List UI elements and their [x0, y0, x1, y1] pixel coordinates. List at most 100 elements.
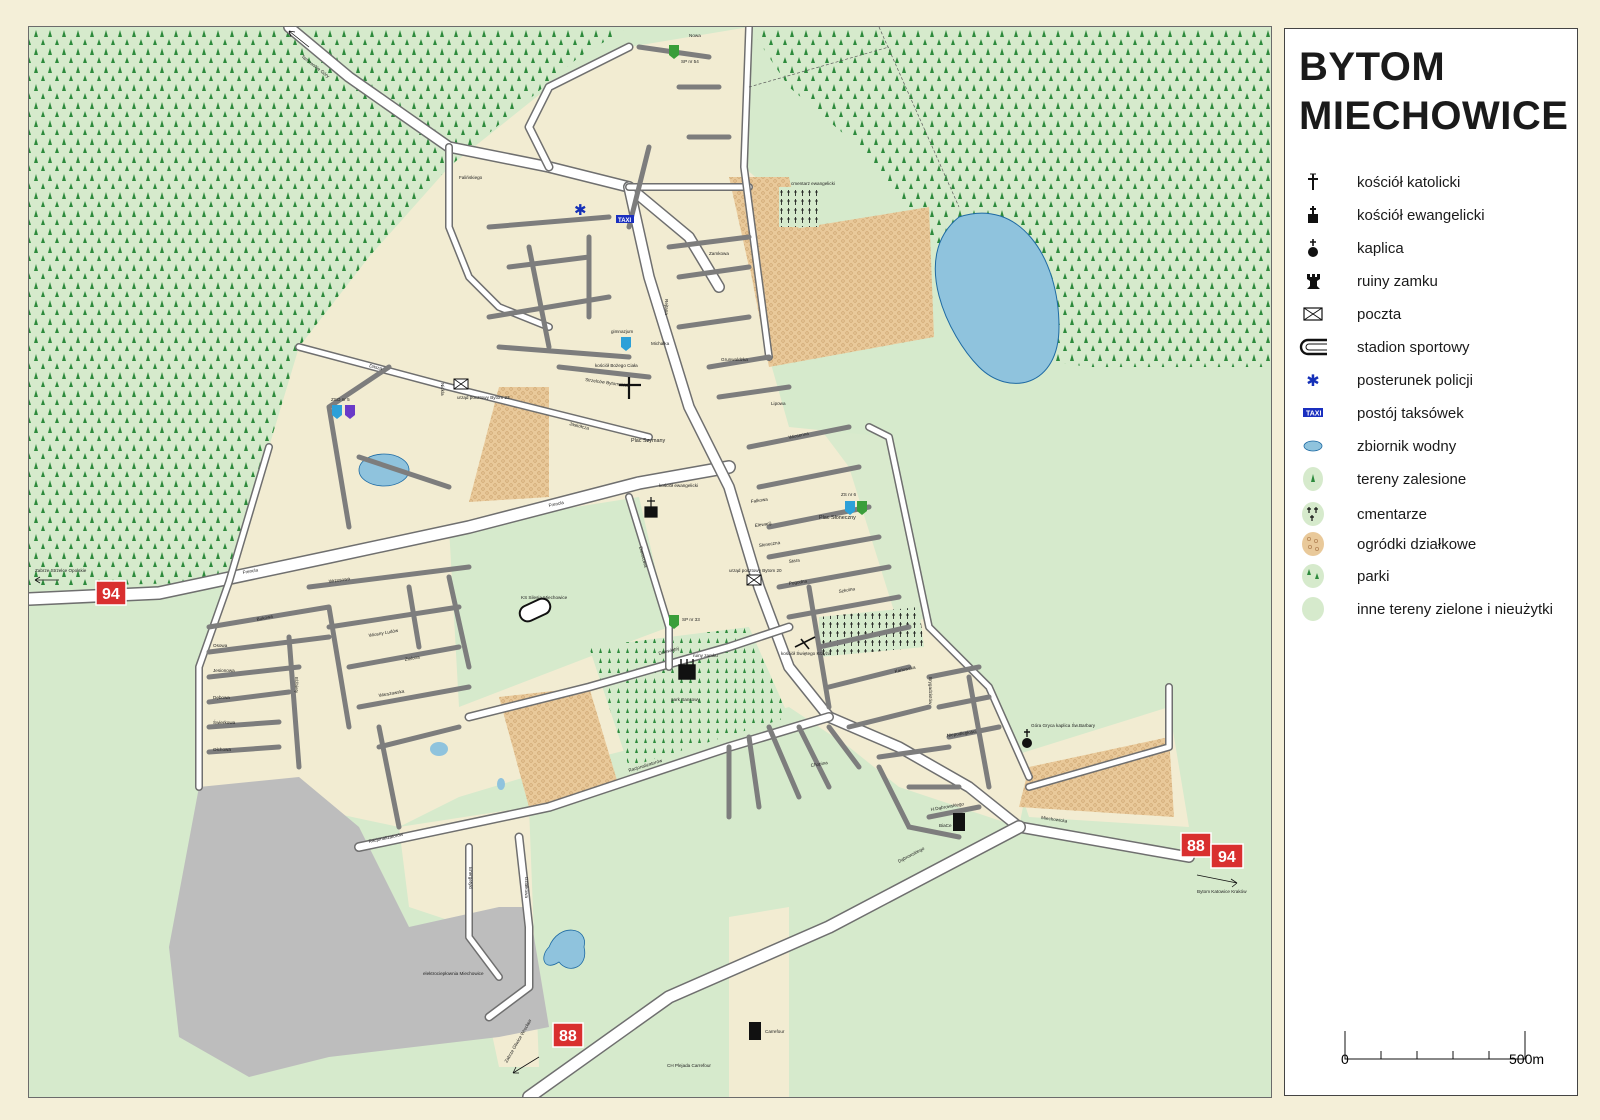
label-kosciol-bozego: kościół Bożego Ciała [595, 363, 638, 368]
label-zs6: ZS nr 6 [841, 492, 857, 497]
svg-text:94: 94 [102, 586, 120, 603]
street-label: Osowa [213, 643, 228, 648]
street-label: Działkowa [524, 877, 529, 898]
cemetery-north [779, 187, 819, 227]
label-ch-plejada: CH Plejada Carrefour [667, 1063, 711, 1068]
label-sp33: SP nr 33 [682, 617, 700, 622]
street-label: Grunwaldzka [721, 357, 748, 362]
label-urzad-1: urząd pocztowy Bytom 23 [457, 395, 510, 400]
chapel-icon [1299, 235, 1327, 261]
label-gimnazjum: gimnazjum [611, 329, 633, 334]
legend-item-post-office: poczta [1299, 301, 1401, 327]
street-label: Jesionowa [213, 668, 235, 673]
label-cmentarz-ewang: cmentarz ewangelicki [791, 181, 835, 186]
label-kosciol-krzyza: kościół Świętego Krzyża [781, 649, 831, 656]
scale-start-label: 0 [1341, 1051, 1349, 1067]
legend-item-forest: tereny zalesione [1299, 466, 1466, 492]
scale-end-label: 500m [1509, 1051, 1545, 1067]
street-label: Michalka [651, 341, 670, 346]
green-area-icon [1299, 596, 1327, 622]
legend-item-police: ✱ posterunek policji [1299, 367, 1473, 393]
label-ruin: ruiny zamku [693, 653, 718, 658]
map-title-line1: BYTOM [1299, 45, 1446, 89]
route-shield-94-east: 94 [1210, 843, 1244, 869]
pond-small-1 [430, 742, 448, 756]
street-label: Elżbiety [294, 677, 299, 694]
street-label: Lipowa [771, 401, 786, 406]
label-zso: ZSO nr 5 [331, 397, 350, 402]
svg-text:94: 94 [1218, 849, 1236, 866]
shop-icon [749, 1022, 761, 1040]
scale-bar [1344, 1031, 1526, 1060]
cemetery-icon [1299, 501, 1327, 527]
park-icon [1299, 563, 1327, 589]
route-shield-88-east: 88 [1180, 832, 1212, 858]
legend-item-stadium: stadion sportowy [1299, 334, 1470, 360]
legend-item-parks: parki [1299, 563, 1390, 589]
legend-item-water: zbiornik wodny [1299, 433, 1456, 459]
legend-item-evangelical-church: kościół ewangelicki [1299, 202, 1485, 228]
label-ks-silesia: KS Silesia Miechowice [521, 595, 568, 600]
label-urzad-2: urząd pocztowy Bytom 20 [729, 568, 782, 573]
label-dir-se: Bytom Katowice Kraków [1197, 889, 1247, 894]
svg-text:TAXI: TAXI [1306, 411, 1321, 418]
label-gora-gryca: Góra Gryca kaplica Św.Barbary [1031, 721, 1096, 728]
map-frame: ✱ TAXI 94 88 94 88 Plac Szymany Plac Sło… [28, 26, 1272, 1098]
label-biedronka: BiaCe [939, 823, 952, 828]
street-label: Nickla [440, 383, 445, 396]
evangelical-church-icon [1299, 202, 1327, 228]
route-shield-94-west: 94 [95, 580, 127, 606]
street-label: Nowa [689, 33, 701, 38]
shop-icon [953, 813, 965, 831]
pond-south [543, 929, 586, 969]
route-shield-88-south: 88 [552, 1022, 584, 1048]
street-label: Dąbrowskiego [897, 846, 925, 864]
legend-panel: BYTOM MIECHOWICE kościół katolicki kości… [1284, 28, 1578, 1096]
taxi-icon: TAXI [1299, 400, 1327, 426]
map-title: BYTOM MIECHOWICE [1299, 43, 1568, 141]
street-label: Olchowa [213, 747, 231, 752]
street-label: Brygadzistów [928, 677, 933, 705]
castle-ruin-icon [1299, 268, 1327, 294]
stadium-icon [1299, 334, 1327, 360]
legend-item-taxi: TAXI postój taksówek [1299, 400, 1464, 426]
street-label: Dębowa [213, 695, 230, 700]
map-title-line2: MIECHOWICE [1299, 94, 1569, 138]
allotment-gardens-icon [1299, 531, 1327, 557]
street-label: Zamkowa [709, 251, 729, 256]
water-body-icon [1299, 433, 1327, 459]
street-label: Energetyki [468, 867, 473, 889]
envelope-icon [746, 574, 762, 586]
label-plac-sloneczny: Plac Słoneczny [819, 515, 856, 521]
label-elektrocieplownia: elektrociepłownia Miechowice [423, 971, 484, 976]
label-dir-w: Zabrze Strzelce Opolskie [35, 568, 87, 573]
map-canvas: ✱ TAXI 94 88 94 88 Plac Szymany Plac Sło… [29, 27, 1271, 1097]
taxi-text: TAXI [618, 218, 632, 224]
svg-text:88: 88 [559, 1028, 577, 1045]
castle-ruin-icon [678, 659, 696, 680]
legend-item-catholic-church: kościół katolicki [1299, 169, 1460, 195]
street-label: Świerkowa [213, 718, 236, 725]
police-star-icon: ✱ [574, 201, 587, 219]
svg-text:88: 88 [1187, 838, 1205, 855]
label-kosciol-ewang: kościół ewangelicki [659, 483, 698, 488]
street-label: Rejtana [664, 299, 669, 315]
forest-icon [1299, 466, 1327, 492]
envelope-icon [453, 378, 469, 390]
legend-item-castle-ruins: ruiny zamku [1299, 268, 1438, 294]
latin-cross-icon [1299, 169, 1327, 195]
envelope-icon [1299, 301, 1327, 327]
label-park: park Sansowy [671, 697, 701, 702]
street-label: Falińskiego [459, 175, 483, 180]
label-sp54: SP nr 54 [681, 59, 699, 64]
direction-arrow-se [1196, 874, 1238, 888]
chapel-icon [1022, 738, 1032, 748]
pond-small-2 [497, 778, 505, 790]
legend-item-cemetery: cmentarze [1299, 501, 1427, 527]
legend-item-green-areas: inne tereny zielone i nieużytki [1299, 596, 1553, 622]
label-plac-szymany: Plac Szymany [631, 438, 665, 444]
legend-item-allotments: ogródki działkowe [1299, 531, 1476, 557]
label-carrefour: Carrefour [765, 1029, 785, 1034]
police-star-icon: ✱ [1306, 370, 1320, 390]
built-up-area-southeast [729, 907, 789, 1097]
